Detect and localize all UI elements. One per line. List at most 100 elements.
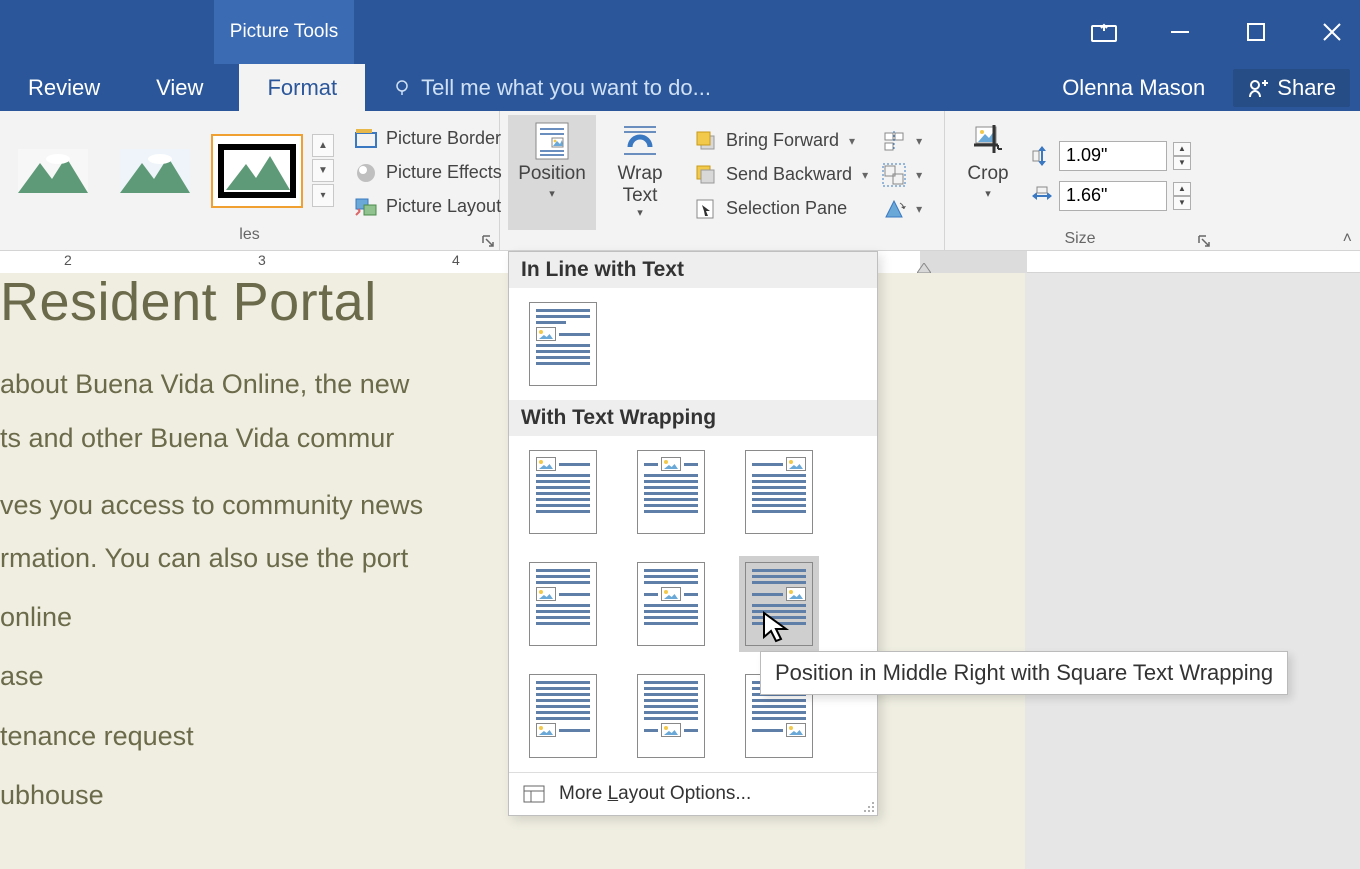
width-input[interactable] [1059, 181, 1167, 211]
title-bar: Picture Tools [0, 0, 1360, 64]
position-top-left[interactable] [529, 450, 597, 534]
width-field[interactable]: ▲▼ [1031, 181, 1191, 211]
picture-border-icon [354, 127, 378, 151]
tab-format[interactable]: Format [239, 64, 365, 111]
collapse-ribbon-icon[interactable]: ˄ [1343, 230, 1352, 248]
spinner-down-icon[interactable]: ▼ [1173, 156, 1191, 170]
ribbon: ▲ ▼ ▾ Picture Border▾ Picture Effects▾ P… [0, 111, 1360, 251]
gallery-scroll: ▲ ▼ ▾ [312, 134, 334, 207]
position-inline[interactable] [529, 302, 597, 386]
group-label: les [239, 226, 259, 243]
user-name[interactable]: Olenna Mason [1062, 75, 1205, 101]
menu-section-header: With Text Wrapping [509, 400, 877, 436]
picture-layout-icon [354, 195, 378, 219]
picture-style-option[interactable] [8, 135, 98, 207]
bring-forward-icon [694, 129, 718, 153]
tab-label: Review [28, 75, 100, 101]
ribbon-label: Crop [967, 163, 1008, 185]
tab-view[interactable]: View [128, 64, 231, 111]
right-indent-marker-icon[interactable] [917, 263, 931, 273]
close-icon[interactable] [1312, 12, 1352, 52]
gallery-down-icon[interactable]: ▼ [312, 159, 334, 182]
picture-style-option[interactable] [110, 135, 200, 207]
gallery-more-icon[interactable]: ▾ [312, 184, 334, 207]
group-label: Size [1064, 230, 1095, 247]
tab-review[interactable]: Review [0, 64, 128, 111]
send-backward-button[interactable]: Send Backward▾ [688, 161, 874, 189]
group-picture-styles: ▲ ▼ ▾ Picture Border▾ Picture Effects▾ P… [0, 111, 500, 250]
dialog-launcher-icon[interactable] [1197, 234, 1211, 248]
ribbon-label: Picture Layout [386, 196, 501, 217]
position-dropdown: In Line with Text With Text Wrapping [508, 251, 878, 816]
ribbon-label: Wrap [617, 163, 662, 184]
group-arrange: Position ▾ WrapText ▾ Bring Forward▾ [500, 111, 945, 250]
position-top-right[interactable] [745, 450, 813, 534]
ribbon-label: Bring Forward [726, 130, 839, 151]
ruler-number: 4 [452, 252, 460, 268]
dialog-launcher-icon[interactable] [481, 234, 495, 248]
ruler-number: 2 [64, 252, 72, 268]
share-button[interactable]: Share [1233, 69, 1350, 107]
position-bottom-center[interactable] [637, 674, 705, 758]
bring-forward-button[interactable]: Bring Forward▾ [688, 127, 874, 155]
tooltip: Position in Middle Right with Square Tex… [760, 651, 1288, 695]
ribbon-tabs: Review View Format Tell me what you want… [0, 64, 1360, 111]
gallery-up-icon[interactable]: ▲ [312, 134, 334, 157]
position-button[interactable]: Position ▾ [508, 115, 596, 230]
selection-pane-button[interactable]: Selection Pane [688, 195, 874, 223]
minimize-icon[interactable] [1160, 12, 1200, 52]
height-input[interactable] [1059, 141, 1167, 171]
wrap-text-button[interactable]: WrapText ▾ [596, 115, 684, 230]
contextual-tab-picture-tools: Picture Tools [214, 0, 354, 64]
ribbon-label: Picture Effects [386, 162, 502, 183]
window-controls [1084, 0, 1352, 64]
page-gutter [1025, 273, 1360, 869]
ribbon-display-options-icon[interactable] [1084, 12, 1124, 52]
align-icon [882, 129, 906, 153]
ribbon-label: Position [518, 163, 586, 185]
send-backward-icon [694, 163, 718, 187]
mouse-cursor-icon [762, 611, 790, 645]
wrap-text-icon [620, 121, 660, 161]
picture-effects-button[interactable]: Picture Effects▾ [348, 159, 524, 187]
more-layout-label: More Layout Options... [559, 783, 751, 805]
menu-section-header: In Line with Text [509, 252, 877, 288]
rotate-icon [882, 197, 906, 221]
resize-grip-icon[interactable] [863, 801, 875, 813]
group-objects-button[interactable]: ▾ [880, 161, 924, 189]
share-label: Share [1277, 75, 1336, 101]
tell-me-placeholder: Tell me what you want to do... [421, 75, 711, 101]
position-middle-left[interactable] [529, 562, 597, 646]
picture-style-gallery[interactable]: ▲ ▼ ▾ [8, 134, 334, 207]
picture-layout-button[interactable]: Picture Layout▾ [348, 193, 524, 221]
ribbon-label: Text [623, 185, 658, 206]
position-bottom-left[interactable] [529, 674, 597, 758]
spinner-up-icon[interactable]: ▲ [1173, 182, 1191, 196]
share-icon [1247, 77, 1269, 99]
spinner-up-icon[interactable]: ▲ [1173, 142, 1191, 156]
group-icon [882, 163, 906, 187]
contextual-tab-label: Picture Tools [230, 21, 338, 43]
ruler-number: 3 [258, 252, 266, 268]
position-middle-center[interactable] [637, 562, 705, 646]
position-top-center[interactable] [637, 450, 705, 534]
width-icon [1031, 185, 1053, 207]
group-size: Crop ▾ ▲▼ ▲▼ Size [945, 111, 1215, 250]
spinner-down-icon[interactable]: ▼ [1173, 196, 1191, 210]
picture-style-option-selected[interactable] [212, 135, 302, 207]
align-button[interactable]: ▾ [880, 127, 924, 155]
picture-border-button[interactable]: Picture Border▾ [348, 125, 524, 153]
layout-options-icon [523, 785, 545, 803]
crop-button[interactable]: Crop ▾ [953, 115, 1023, 230]
picture-effects-icon [354, 161, 378, 185]
ribbon-label: Picture Border [386, 128, 501, 149]
maximize-icon[interactable] [1236, 12, 1276, 52]
height-field[interactable]: ▲▼ [1031, 141, 1191, 171]
rotate-button[interactable]: ▾ [880, 195, 924, 223]
ribbon-label: Send Backward [726, 164, 852, 185]
tell-me-search[interactable]: Tell me what you want to do... [393, 64, 711, 111]
tooltip-text: Position in Middle Right with Square Tex… [775, 660, 1273, 685]
crop-icon [968, 121, 1008, 161]
selection-pane-icon [694, 197, 718, 221]
more-layout-options[interactable]: More Layout Options... [509, 772, 877, 815]
